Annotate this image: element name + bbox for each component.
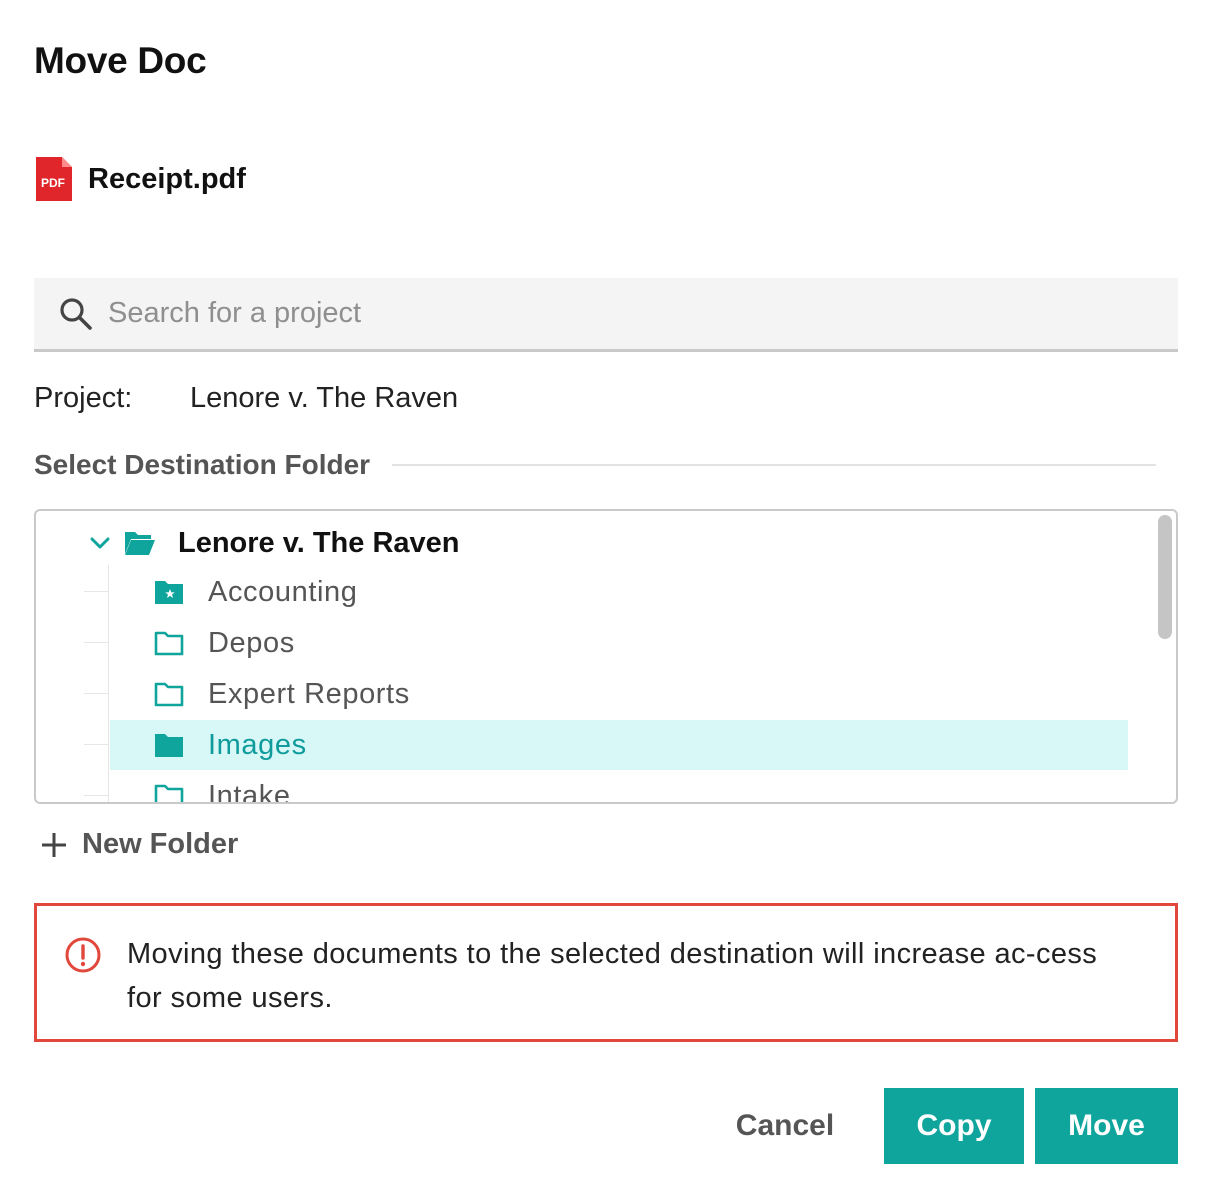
file-row: PDF Receipt.pdf [36, 156, 246, 202]
divider [392, 464, 1156, 466]
folder-icon [154, 682, 184, 707]
tree-guide-line [84, 642, 108, 643]
cancel-button[interactable]: Cancel [712, 1088, 858, 1164]
new-folder-button[interactable]: New Folder [38, 828, 238, 861]
folder-label: Accounting [208, 575, 358, 608]
starred-folder-icon [155, 581, 183, 604]
project-label: Project: [34, 382, 133, 414]
tree-guide-line [84, 795, 108, 796]
folder-label: Depos [208, 626, 295, 659]
tree-guide-line [84, 693, 108, 694]
folder-icon [154, 784, 184, 802]
copy-button[interactable]: Copy [884, 1088, 1024, 1164]
folder-filled-icon [155, 734, 183, 757]
file-name: Receipt.pdf [88, 162, 246, 195]
plus-icon [42, 832, 66, 857]
folder-label: Images [208, 728, 307, 761]
tree-root-label: Lenore v. The Raven [178, 526, 460, 559]
new-folder-label: New Folder [82, 828, 239, 860]
folder-label: Expert Reports [208, 677, 410, 710]
destination-section-label: Select Destination Folder [34, 449, 371, 480]
project-row: Project: Lenore v. The Raven [34, 382, 458, 415]
folder-tree[interactable]: Lenore v. The Raven Accounting Depos Exp… [34, 509, 1178, 804]
project-search-box[interactable] [34, 278, 1178, 352]
tree-guide-line [108, 565, 109, 802]
project-name: Lenore v. The Raven [190, 382, 459, 414]
chevron-down-icon[interactable] [88, 531, 112, 555]
alert-circle-icon [65, 937, 101, 973]
tree-guide-line [84, 591, 108, 592]
folder-node-images[interactable]: Images [110, 720, 1128, 770]
search-input[interactable] [108, 297, 1108, 330]
search-icon [60, 297, 92, 330]
tree-scrollbar[interactable] [1158, 515, 1172, 639]
folder-icon [154, 631, 184, 656]
svg-text:PDF: PDF [41, 176, 65, 190]
tree-root-node[interactable]: Lenore v. The Raven [88, 523, 460, 563]
folder-node-depos[interactable]: Depos [110, 618, 1128, 668]
warning-text: Moving these documents to the selected d… [127, 938, 1098, 1014]
destination-header: Select Destination Folder [34, 449, 1156, 481]
folder-node-accounting[interactable]: Accounting [110, 567, 1128, 617]
dialog-title: Move Doc [34, 40, 207, 81]
move-button[interactable]: Move [1035, 1088, 1178, 1164]
folder-label: Intake [208, 779, 291, 804]
folder-node-expert-reports[interactable]: Expert Reports [110, 669, 1128, 719]
warning-banner: Moving these documents to the selected d… [34, 903, 1178, 1042]
pdf-file-icon: PDF [36, 157, 72, 201]
folder-node-intake[interactable]: Intake [110, 771, 1128, 804]
folder-open-icon [125, 532, 155, 555]
tree-guide-line [84, 744, 108, 745]
